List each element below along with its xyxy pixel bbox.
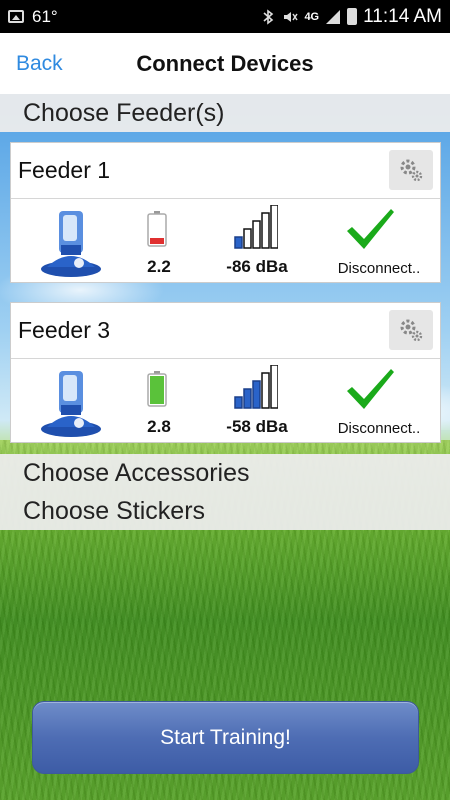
battery-value: 2.8	[147, 417, 171, 436]
feeder-settings-button[interactable]	[389, 150, 433, 190]
network-type: 4G	[304, 10, 320, 23]
gear-icon	[400, 159, 423, 182]
status-bar: 61° 4G 11:14 AM	[0, 0, 450, 33]
checkmark-icon	[347, 369, 394, 409]
feeder-card: Feeder 3 2.8 -58 dBa Disconnect..	[10, 302, 441, 443]
signal-bar	[243, 388, 252, 409]
feeder-card-header: Feeder 3	[11, 303, 440, 359]
choose-stickers-header[interactable]: Choose Stickers	[0, 492, 450, 530]
signal-value: -86 dBa	[226, 257, 288, 276]
mute-icon	[284, 11, 299, 22]
signal-bar	[261, 372, 270, 409]
feeder-card: Feeder 1 2.2 -86 dBa Disconnect..	[10, 142, 441, 283]
feeder-name: Feeder 1	[18, 157, 111, 183]
feeder-card-body: 2.8 -58 dBa Disconnect..	[11, 359, 440, 443]
temperature-text: 61°	[32, 6, 58, 26]
signal-bar	[270, 205, 278, 249]
signal-strength-icon	[234, 205, 278, 249]
feeder-settings-button[interactable]	[389, 310, 433, 350]
checkmark-icon	[347, 209, 394, 249]
signal-bar	[252, 220, 261, 249]
navigation-bar: Back Connect Devices	[0, 33, 450, 94]
start-training-button[interactable]: Start Training!	[32, 701, 419, 774]
battery-icon	[147, 371, 167, 407]
feeder-card-body: 2.2 -86 dBa Disconnect..	[11, 199, 440, 283]
cell-signal-icon	[326, 9, 341, 24]
feeder-name: Feeder 3	[18, 317, 111, 343]
signal-bar	[234, 236, 243, 249]
back-button[interactable]: Back	[16, 52, 63, 76]
signal-bar	[243, 228, 252, 249]
signal-bar	[261, 212, 270, 249]
signal-strength-icon	[234, 365, 278, 409]
gallery-icon	[8, 10, 24, 23]
clock: 11:14 AM	[363, 5, 442, 27]
page-title: Connect Devices	[136, 50, 314, 76]
signal-value: -58 dBa	[226, 417, 288, 436]
bluetooth-icon	[263, 8, 274, 25]
battery-icon	[147, 211, 167, 247]
signal-bar	[252, 380, 261, 409]
choose-accessories-header[interactable]: Choose Accessories	[0, 454, 450, 492]
battery-value: 2.2	[147, 257, 171, 276]
feeder-device-image	[41, 211, 101, 277]
gear-icon	[400, 319, 423, 342]
feeder-card-header: Feeder 1	[11, 143, 440, 199]
disconnect-link[interactable]: Disconnect..	[329, 420, 429, 437]
signal-bar	[270, 365, 278, 409]
signal-bar	[234, 396, 243, 409]
choose-feeders-header[interactable]: Choose Feeder(s)	[0, 94, 450, 132]
disconnect-link[interactable]: Disconnect..	[329, 260, 429, 277]
battery-status-icon	[347, 8, 358, 25]
feeder-device-image	[41, 371, 101, 437]
